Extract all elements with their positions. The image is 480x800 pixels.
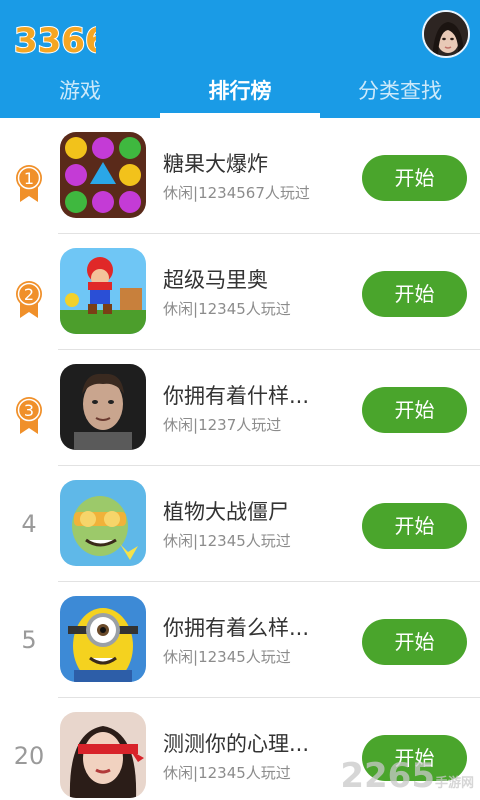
minion-game-icon[interactable] (60, 596, 146, 682)
rank-number: 3 (24, 401, 34, 420)
game-category: 休闲 (163, 532, 194, 550)
game-players: 1237人玩过 (198, 416, 282, 434)
game-category: 休闲 (163, 416, 194, 434)
rank-number: 1 (24, 169, 34, 188)
game-title: 超级马里奥 (163, 268, 268, 292)
start-button[interactable]: 开始 (362, 271, 467, 317)
game-category: 休闲 (163, 300, 194, 318)
list-item[interactable]: 5 你拥有着么样... 休闲|12345人玩过 开始 (0, 582, 480, 698)
game-meta: 休闲|12345人玩过 (163, 532, 291, 550)
tab-categories[interactable]: 分类查找 (320, 66, 480, 118)
zombie-game-icon[interactable] (60, 480, 146, 566)
game-category: 休闲 (163, 648, 194, 666)
app-logo[interactable]: 3366 (12, 16, 96, 60)
tab-games[interactable]: 游戏 (0, 66, 160, 118)
game-meta: 休闲|12345人玩过 (163, 300, 291, 318)
portrait-game-icon[interactable] (60, 364, 146, 450)
user-avatar[interactable] (422, 10, 470, 58)
game-title: 你拥有着什样... (163, 384, 310, 408)
rank-medal-icon: 1 (16, 165, 42, 202)
start-button[interactable]: 开始 (362, 619, 467, 665)
game-category: 休闲 (163, 764, 194, 782)
game-title: 你拥有着么样... (163, 616, 310, 640)
game-players: 12345人玩过 (198, 300, 291, 318)
rank-number: 20 (13, 742, 45, 770)
game-players: 12345人玩过 (198, 532, 291, 550)
site-watermark: 2265手游网 (340, 756, 474, 796)
rank-number: 5 (21, 626, 37, 654)
watermark-number: 2265 (340, 756, 435, 796)
mario-game-icon[interactable] (60, 248, 146, 334)
game-category: 休闲 (163, 184, 194, 202)
list-item[interactable]: 3 你拥有着什样... 休闲|1237人玩过 开始 (0, 350, 480, 466)
list-item[interactable]: 1 糖果大爆炸 休闲|1234567人玩过 开始 (0, 118, 480, 234)
start-button[interactable]: 开始 (362, 387, 467, 433)
logo-text: 3366 (14, 21, 96, 60)
rank-medal-icon: 3 (16, 397, 42, 434)
rank-number: 2 (24, 285, 34, 304)
game-title: 测测你的心理... (163, 732, 310, 756)
game-meta: 休闲|12345人玩过 (163, 648, 291, 666)
game-meta: 休闲|1234567人玩过 (163, 184, 310, 202)
ranking-list: 1 糖果大爆炸 休闲|1234567人玩过 开始 2 超级马里奥 休闲|1234… (0, 118, 480, 800)
candy-game-icon[interactable] (60, 132, 146, 218)
start-button[interactable]: 开始 (362, 503, 467, 549)
game-players: 1234567人玩过 (198, 184, 310, 202)
app-header: 3366 游戏 排行榜 分类查找 (0, 0, 480, 118)
game-title: 植物大战僵尸 (163, 500, 289, 524)
rank-medal-icon: 2 (16, 281, 42, 318)
blindfold-game-icon[interactable] (60, 712, 146, 798)
game-players: 12345人玩过 (198, 648, 291, 666)
tab-bar: 游戏 排行榜 分类查找 (0, 66, 480, 118)
start-button[interactable]: 开始 (362, 155, 467, 201)
rank-number: 4 (21, 510, 37, 538)
list-item[interactable]: 4 植物大战僵尸 休闲|12345人玩过 开始 (0, 466, 480, 582)
game-title: 糖果大爆炸 (163, 152, 268, 176)
game-players: 12345人玩过 (198, 764, 291, 782)
game-meta: 休闲|12345人玩过 (163, 764, 291, 782)
list-item[interactable]: 2 超级马里奥 休闲|12345人玩过 开始 (0, 234, 480, 350)
watermark-suffix: 手游网 (434, 776, 474, 791)
tab-rankings[interactable]: 排行榜 (160, 66, 320, 118)
game-meta: 休闲|1237人玩过 (163, 416, 282, 434)
